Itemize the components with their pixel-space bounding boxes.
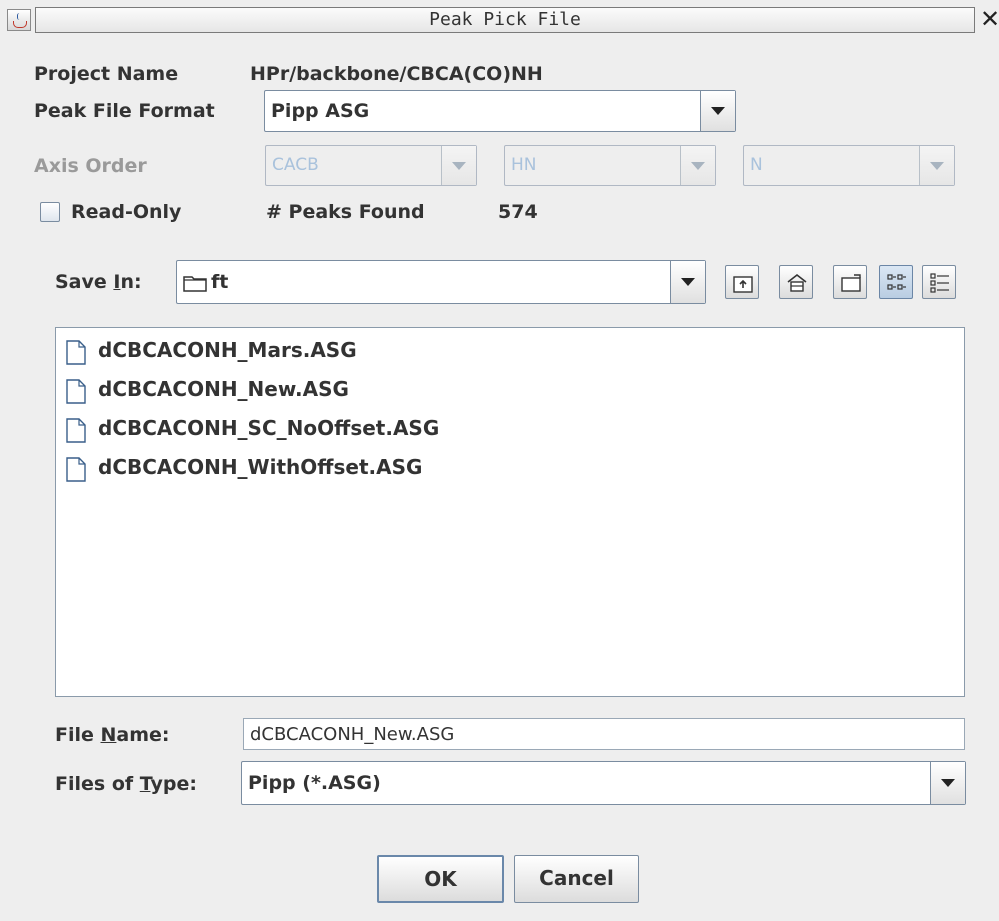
home-icon: [787, 273, 807, 292]
file-name-field[interactable]: [243, 718, 965, 750]
up-folder-icon: [733, 276, 753, 293]
file-list[interactable]: dCBCACONH_Mars.ASG dCBCACONH_New.ASG dCB…: [55, 327, 965, 697]
save-in-value: ft: [211, 271, 229, 293]
file-icon: [66, 379, 86, 404]
file-icon: [66, 418, 86, 443]
list-view-icon: [887, 274, 906, 290]
peak-file-format-select[interactable]: Pipp ASG: [264, 90, 736, 132]
new-folder-icon: [841, 274, 861, 292]
peak-file-format-label: Peak File Format: [34, 100, 215, 122]
file-name-input[interactable]: [244, 719, 964, 749]
chevron-down-icon[interactable]: [700, 91, 735, 131]
chevron-down-icon[interactable]: [680, 146, 715, 185]
home-button[interactable]: [779, 265, 813, 299]
details-view-icon: [930, 273, 949, 293]
chevron-down-icon[interactable]: [441, 146, 476, 185]
axis-order-select-3[interactable]: N: [743, 145, 955, 186]
files-of-type-value: Pipp (*.ASG): [248, 772, 381, 794]
files-of-type-select[interactable]: Pipp (*.ASG): [241, 761, 966, 805]
file-name: dCBCACONH_Mars.ASG: [98, 338, 357, 362]
axis-order-value-3: N: [750, 155, 763, 175]
chevron-down-icon[interactable]: [670, 261, 705, 303]
axis-order-select-2[interactable]: HN: [504, 145, 716, 186]
axis-order-select-1[interactable]: CACB: [265, 145, 477, 186]
ok-button[interactable]: OK: [377, 855, 504, 903]
file-icon: [66, 457, 86, 482]
close-icon[interactable]: ✕: [980, 6, 999, 32]
title-bar: Peak Pick File ✕: [0, 0, 999, 38]
axis-order-value-1: CACB: [272, 155, 319, 175]
axis-order-value-2: HN: [511, 155, 537, 175]
chevron-down-icon[interactable]: [930, 762, 965, 804]
project-name-value: HPr/backbone/CBCA(CO)NH: [250, 63, 543, 85]
folder-icon: [183, 276, 207, 292]
files-of-type-label: Files of Type:: [55, 773, 197, 795]
details-view-button[interactable]: [922, 265, 956, 299]
save-in-select[interactable]: ft: [176, 260, 706, 304]
project-name-label: Project Name: [34, 63, 179, 85]
new-folder-button[interactable]: [833, 265, 867, 299]
file-icon: [66, 340, 86, 365]
file-name: dCBCACONH_New.ASG: [98, 377, 349, 401]
axis-order-label: Axis Order: [34, 155, 147, 177]
save-in-label: Save In:: [55, 271, 142, 293]
file-name-label: File Name:: [55, 724, 170, 746]
chevron-down-icon[interactable]: [919, 146, 954, 185]
read-only-label[interactable]: Read-Only: [71, 201, 181, 223]
peak-file-format-value: Pipp ASG: [271, 100, 370, 122]
peaks-found-label: # Peaks Found: [266, 201, 425, 223]
java-cup-icon[interactable]: [7, 9, 31, 31]
file-name: dCBCACONH_SC_NoOffset.ASG: [98, 416, 440, 440]
up-folder-button[interactable]: [725, 265, 759, 299]
window-title: Peak Pick File: [35, 7, 975, 33]
peaks-found-value: 574: [498, 201, 538, 223]
read-only-checkbox[interactable]: [40, 202, 60, 222]
list-view-button[interactable]: [879, 265, 913, 299]
cancel-button[interactable]: Cancel: [514, 855, 639, 903]
file-name: dCBCACONH_WithOffset.ASG: [98, 455, 423, 479]
